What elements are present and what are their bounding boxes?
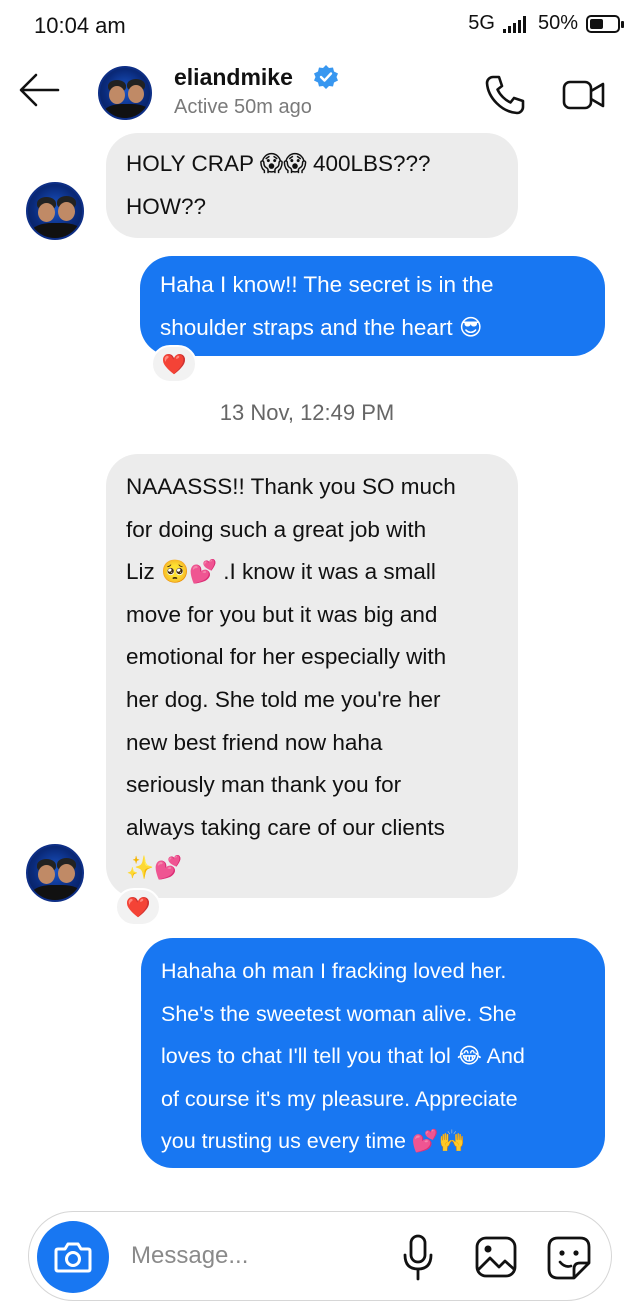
message-timestamp: 13 Nov, 12:49 PM (219, 400, 395, 425)
heart-reaction[interactable]: ❤️ (115, 888, 161, 926)
chat-username[interactable]: eliandmike (174, 64, 293, 91)
message-line: her dog. She told me you're her (126, 686, 441, 712)
message-line: seriously man thank you for (126, 772, 402, 798)
camera-icon (54, 1242, 92, 1273)
message-line: always taking care of our clients (126, 814, 445, 840)
chat-header: eliandmike Active 50m ago (0, 50, 640, 134)
battery-percent: 50% (537, 12, 578, 34)
message-bubble[interactable]: NAAASSS!! Thank you SO much for doing su… (106, 454, 518, 898)
heart-icon: ❤️ (125, 896, 151, 919)
message-line: shoulder straps and the heart 😎 (160, 314, 483, 340)
message-line: for doing such a great job with (126, 516, 427, 542)
avatar[interactable] (98, 66, 152, 120)
battery-fill (590, 18, 603, 29)
verified-badge-icon (314, 65, 338, 89)
avatar[interactable] (26, 182, 84, 240)
message-bubble[interactable]: Haha I know!! The secret is in the shoul… (140, 256, 605, 356)
message-input[interactable] (131, 1234, 381, 1278)
microphone-icon[interactable] (401, 1234, 435, 1282)
message-bubble[interactable]: Hahaha oh man I fracking loved her. She'… (141, 938, 605, 1168)
message-line: new best friend now haha (126, 729, 383, 755)
message-line: HOLY CRAP 😱😱 400LBS??? (126, 151, 431, 176)
message-line: emotional for her especially with (126, 644, 447, 670)
camera-button[interactable] (37, 1221, 109, 1293)
message-line: you trusting us every time 💕🙌 (161, 1129, 466, 1154)
message-line: HOW?? (126, 193, 207, 219)
message-line: NAAASSS!! Thank you SO much (126, 474, 456, 499)
active-status: Active 50m ago (174, 96, 312, 118)
message-composer (28, 1211, 612, 1301)
message-line: Hahaha oh man I fracking loved her. (161, 959, 507, 983)
status-indicators: 5G 50% (468, 12, 624, 35)
video-camera-icon[interactable] (561, 78, 607, 112)
status-time: 10:04 am (34, 13, 126, 38)
message-line: of course it's my pleasure. Appreciate (161, 1086, 518, 1111)
avatar[interactable] (26, 844, 84, 902)
phone-icon[interactable] (484, 74, 526, 116)
message-line: move for you but it was big and (126, 601, 438, 627)
message-line: Liz 🥺💕 .I know it was a small (126, 559, 436, 585)
message-line: She's the sweetest woman alive. She (161, 1001, 517, 1026)
heart-reaction[interactable]: ❤️ (151, 345, 197, 383)
message-line: loves to chat I'll tell you that lol 😂 A… (161, 1044, 525, 1069)
message-line: Haha I know!! The secret is in the (160, 272, 494, 297)
status-bar: 10:04 am 5G 50% (0, 0, 640, 50)
back-arrow-icon[interactable] (18, 72, 60, 108)
battery-icon (586, 14, 624, 33)
message-line: ✨💕 (126, 855, 183, 881)
network-label: 5G (468, 12, 495, 34)
sticker-icon[interactable] (547, 1236, 591, 1280)
gallery-icon[interactable] (475, 1236, 517, 1278)
message-bubble[interactable]: HOLY CRAP 😱😱 400LBS??? HOW?? (106, 133, 518, 238)
heart-icon: ❤️ (161, 353, 187, 376)
signal-icon (502, 15, 526, 33)
